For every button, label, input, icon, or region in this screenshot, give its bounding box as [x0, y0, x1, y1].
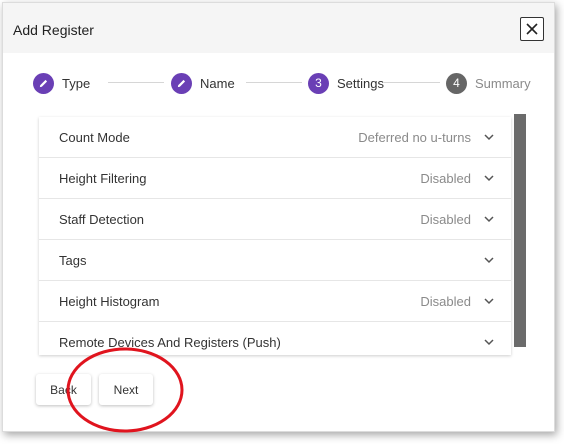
- step-name[interactable]: Name: [171, 72, 235, 94]
- settings-row-tags[interactable]: Tags: [39, 240, 511, 281]
- row-value: Disabled: [420, 170, 471, 186]
- close-icon: [526, 23, 538, 35]
- pencil-icon: [171, 72, 192, 94]
- dialog-title: Add Register: [13, 22, 94, 38]
- step-connector: [246, 82, 302, 83]
- chevron-down-icon: [484, 257, 494, 264]
- row-label: Tags: [59, 252, 87, 268]
- row-value: Disabled: [420, 293, 471, 309]
- step-label: Type: [62, 75, 91, 91]
- step-summary[interactable]: 4 Summary: [446, 72, 531, 94]
- chevron-down-icon: [484, 339, 494, 346]
- step-label: Summary: [475, 75, 531, 91]
- highlight-ellipse: [66, 347, 184, 433]
- step-label: Settings: [337, 75, 384, 91]
- scrollbar-thumb[interactable]: [514, 114, 526, 347]
- close-button[interactable]: [520, 17, 544, 41]
- step-number: 3: [308, 72, 329, 94]
- chevron-down-icon: [484, 216, 494, 223]
- row-label: Count Mode: [59, 129, 130, 145]
- settings-row-staff-detection[interactable]: Staff Detection Disabled: [39, 199, 511, 240]
- settings-row-height-filtering[interactable]: Height Filtering Disabled: [39, 158, 511, 199]
- row-label: Staff Detection: [59, 211, 145, 227]
- pencil-icon: [33, 72, 54, 94]
- settings-list: Count Mode Deferred no u-turns Height Fi…: [39, 117, 511, 355]
- row-label: Height Filtering: [59, 170, 147, 186]
- dialog-header: Add Register: [3, 3, 554, 53]
- step-number: 4: [446, 72, 467, 94]
- row-value: Disabled: [420, 211, 471, 227]
- chevron-down-icon: [484, 175, 494, 182]
- settings-row-height-histogram[interactable]: Height Histogram Disabled: [39, 281, 511, 322]
- step-connector: [384, 82, 440, 83]
- chevron-down-icon: [484, 298, 494, 305]
- step-settings[interactable]: 3 Settings: [308, 72, 384, 94]
- row-value: Deferred no u-turns: [358, 129, 471, 145]
- chevron-down-icon: [484, 134, 494, 141]
- step-label: Name: [200, 75, 235, 91]
- row-label: Height Histogram: [59, 293, 160, 309]
- step-type[interactable]: Type: [33, 72, 90, 94]
- settings-row-count-mode[interactable]: Count Mode Deferred no u-turns: [39, 117, 511, 158]
- step-connector: [108, 82, 164, 83]
